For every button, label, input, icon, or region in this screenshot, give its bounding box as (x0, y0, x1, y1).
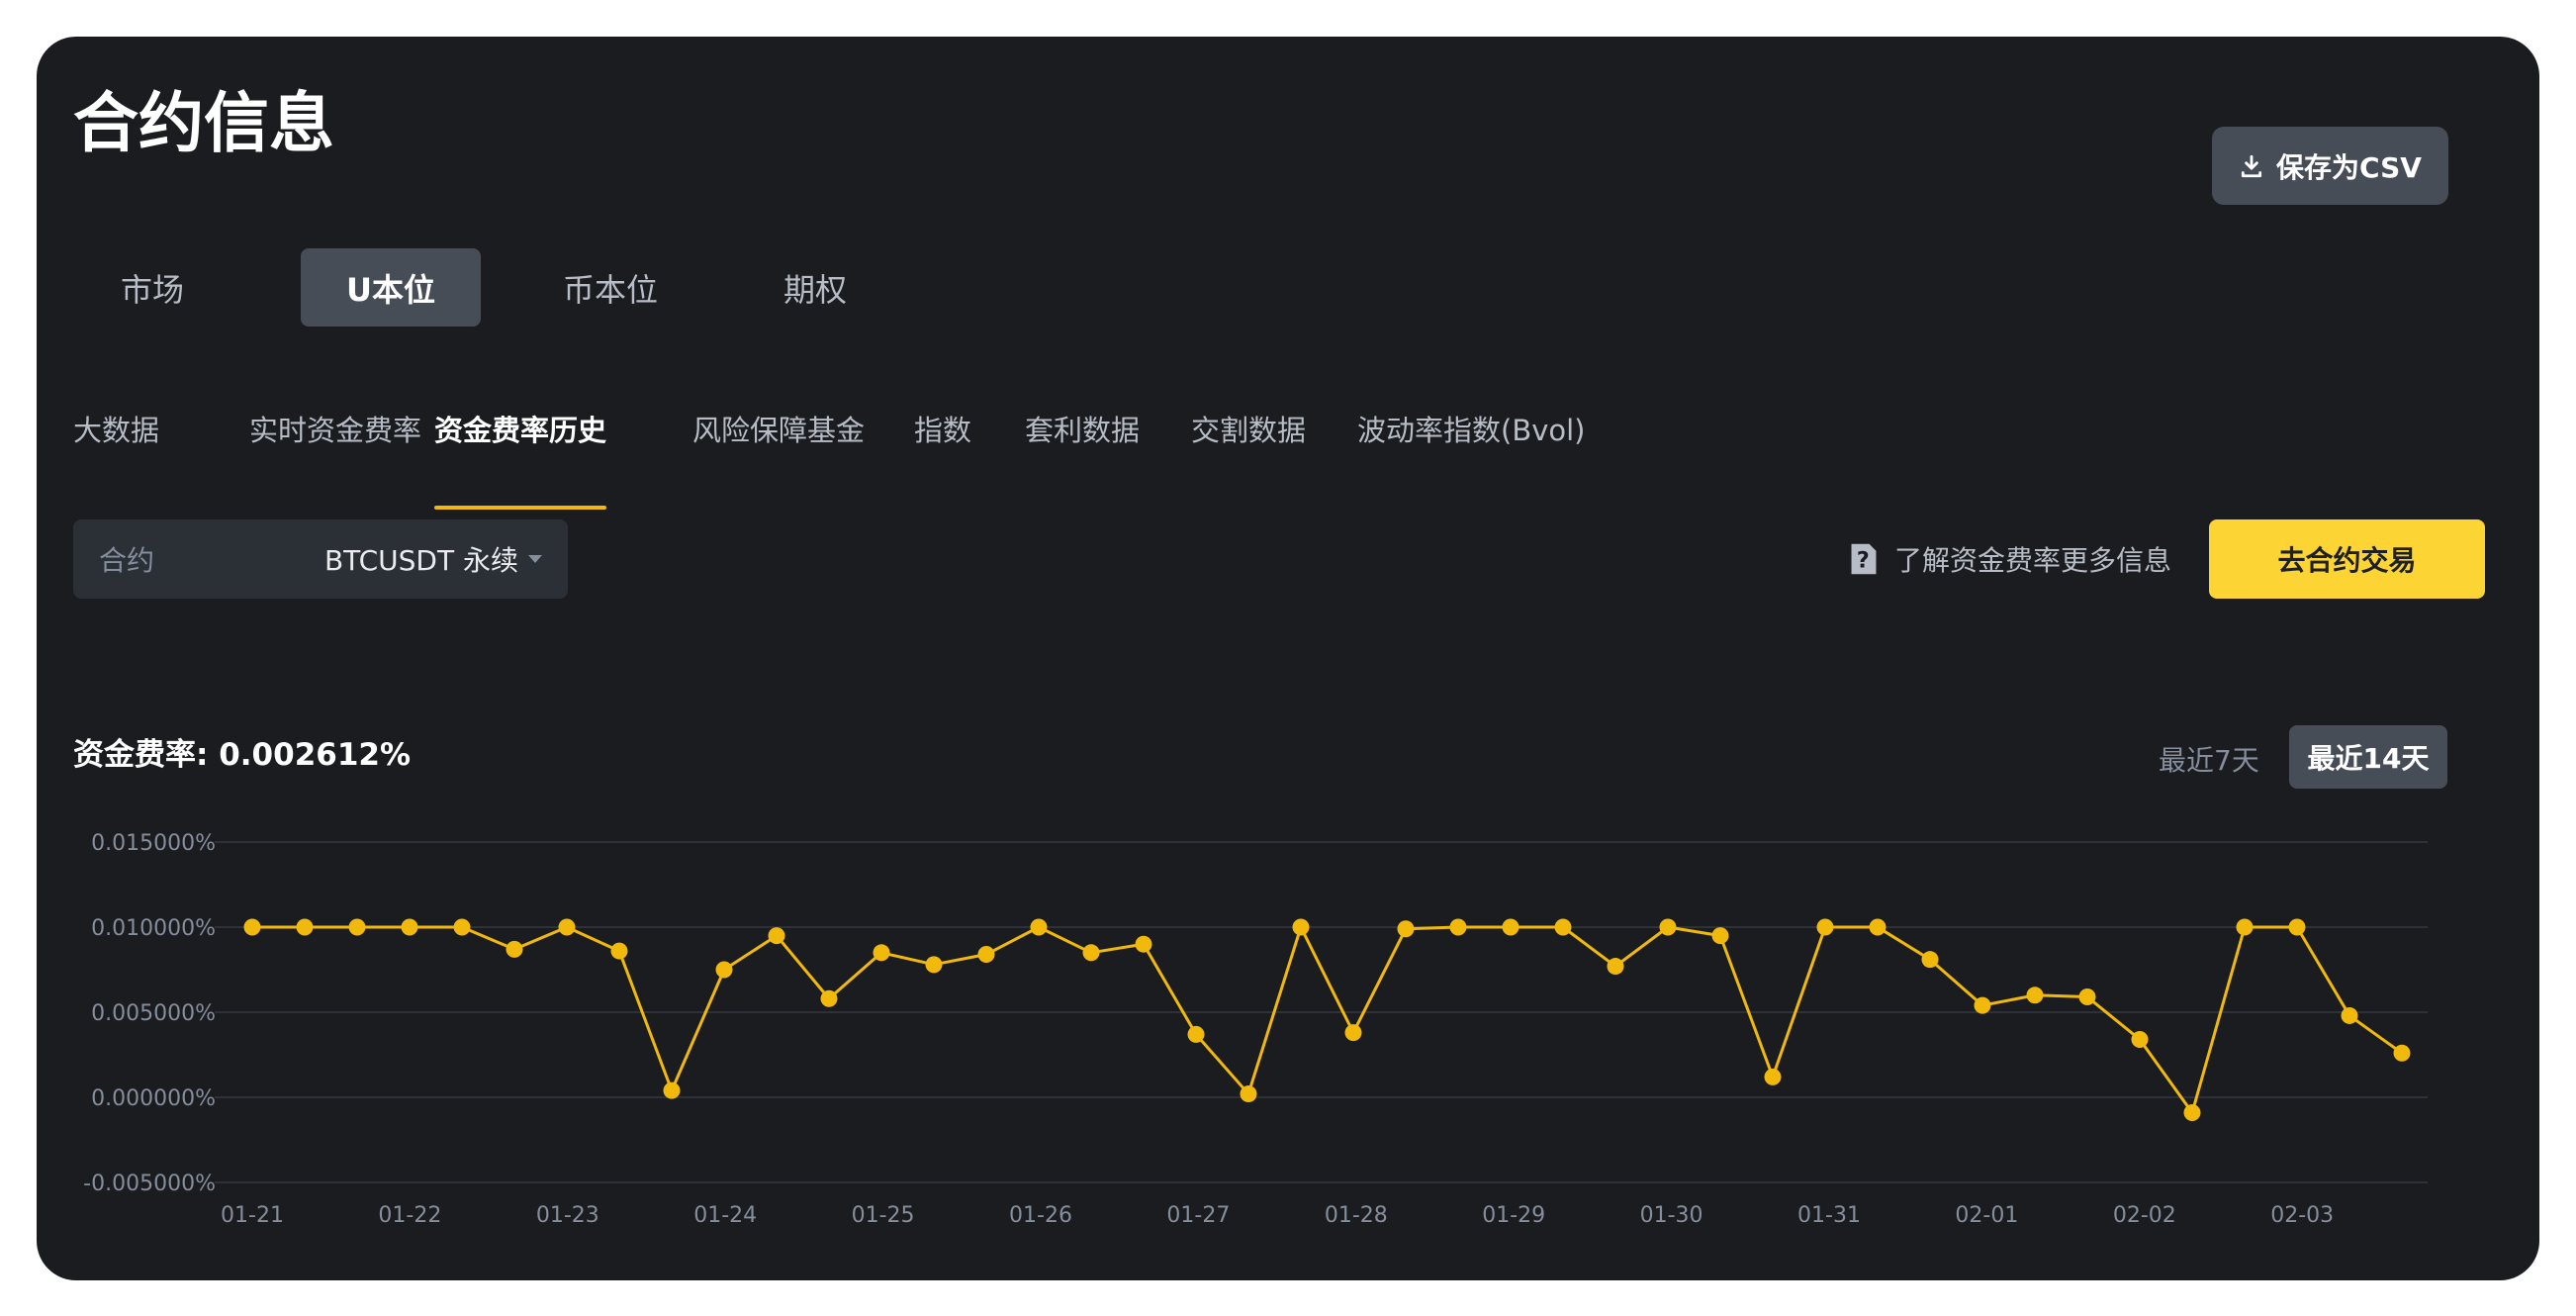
data-point[interactable] (1397, 920, 1415, 938)
data-point[interactable] (1292, 918, 1310, 936)
x-tick-label: 01-26 (1009, 1203, 1072, 1228)
x-tick-label: 01-21 (221, 1203, 284, 1228)
data-point[interactable] (506, 940, 523, 958)
x-tick-label: 01-27 (1166, 1203, 1230, 1228)
data-point[interactable] (1187, 1025, 1205, 1043)
x-tick-label: 01-23 (536, 1203, 599, 1228)
data-point[interactable] (2131, 1031, 2149, 1049)
x-tick-label: 01-22 (378, 1203, 441, 1228)
data-point[interactable] (1082, 944, 1100, 962)
data-point[interactable] (296, 918, 314, 936)
data-point[interactable] (2026, 987, 2044, 1004)
y-tick-label: 0.010000% (91, 916, 216, 941)
y-tick-label: 0.000000% (91, 1086, 216, 1111)
x-tick-label: 01-28 (1325, 1203, 1388, 1228)
data-point[interactable] (1869, 918, 1886, 936)
x-tick-label: 01-29 (1482, 1203, 1545, 1228)
data-point[interactable] (1659, 918, 1677, 936)
contract-info-panel: 合约信息 保存为CSV 市场 U本位 币本位 期权 大数据 实时资金费率 资金费… (37, 37, 2539, 1280)
x-tick-label: 01-30 (1640, 1203, 1703, 1228)
x-tick-label: 01-25 (852, 1203, 915, 1228)
data-point[interactable] (243, 918, 261, 936)
y-tick-label: 0.005000% (91, 1001, 216, 1026)
data-point[interactable] (2183, 1103, 2201, 1121)
data-point[interactable] (1344, 1024, 1362, 1042)
data-point[interactable] (453, 918, 471, 936)
data-point[interactable] (977, 946, 995, 964)
data-point[interactable] (610, 942, 628, 960)
data-point[interactable] (715, 961, 733, 979)
data-point[interactable] (1030, 918, 1048, 936)
data-point[interactable] (2078, 988, 2096, 1006)
data-point[interactable] (768, 927, 785, 945)
data-point[interactable] (1711, 927, 1729, 945)
data-point[interactable] (2341, 1006, 2358, 1024)
data-point[interactable] (1449, 918, 1467, 936)
series-line (252, 925, 2403, 1114)
x-tick-label: 01-24 (693, 1203, 757, 1228)
funding-rate-chart: 0.015000% 0.010000% 0.005000% 0.000000% -0.0… (83, 831, 2428, 1228)
data-point[interactable] (663, 1081, 681, 1099)
data-point[interactable] (348, 918, 366, 936)
x-tick-label: 02-01 (1955, 1203, 2018, 1228)
data-point[interactable] (1607, 958, 1624, 976)
data-point[interactable] (401, 918, 418, 936)
data-point[interactable] (2288, 918, 2306, 936)
x-tick-label: 02-02 (2113, 1203, 2176, 1228)
data-point[interactable] (1554, 918, 1572, 936)
x-tick-label: 02-03 (2270, 1203, 2334, 1228)
data-point[interactable] (1764, 1068, 1782, 1085)
data-point[interactable] (2236, 918, 2254, 936)
data-point[interactable] (1502, 918, 1519, 936)
data-point[interactable] (1816, 918, 1834, 936)
data-point[interactable] (1974, 996, 1991, 1014)
data-point[interactable] (873, 944, 890, 962)
data-point[interactable] (1135, 935, 1152, 953)
data-point[interactable] (820, 989, 838, 1007)
data-point[interactable] (2393, 1044, 2411, 1062)
data-point[interactable] (1921, 951, 1939, 969)
data-point[interactable] (1240, 1085, 1257, 1103)
data-point[interactable] (558, 918, 576, 936)
x-tick-label: 01-31 (1797, 1203, 1861, 1228)
data-point[interactable] (925, 956, 943, 974)
y-tick-label: -0.005000% (83, 1172, 216, 1196)
y-tick-label: 0.015000% (91, 831, 216, 856)
